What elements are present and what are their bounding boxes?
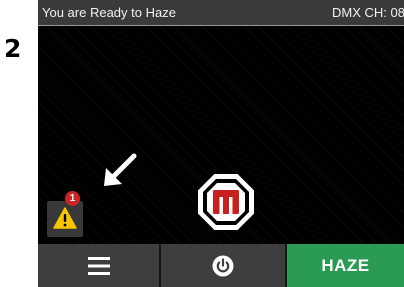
haze-button[interactable]: HAZE <box>287 244 404 287</box>
warning-button[interactable] <box>47 201 83 237</box>
bottom-button-bar: HAZE <box>38 244 404 287</box>
status-title: You are Ready to Haze <box>42 5 176 20</box>
step-number: 2 <box>4 34 22 63</box>
hamburger-menu-icon <box>87 256 110 275</box>
power-button[interactable] <box>161 244 287 287</box>
power-icon <box>212 255 234 276</box>
m-logo-icon <box>198 174 254 230</box>
status-bar: You are Ready to Haze DMX CH: 08 <box>38 0 404 26</box>
device-screen: You are Ready to Haze DMX CH: 08 1 HAZE <box>38 0 404 287</box>
notification-badge: 1 <box>65 191 80 206</box>
menu-button[interactable] <box>38 244 161 287</box>
arrow-pointer-icon <box>104 153 137 186</box>
warning-triangle-icon <box>53 207 77 229</box>
dmx-channel-readout: DMX CH: 08 <box>332 5 404 20</box>
